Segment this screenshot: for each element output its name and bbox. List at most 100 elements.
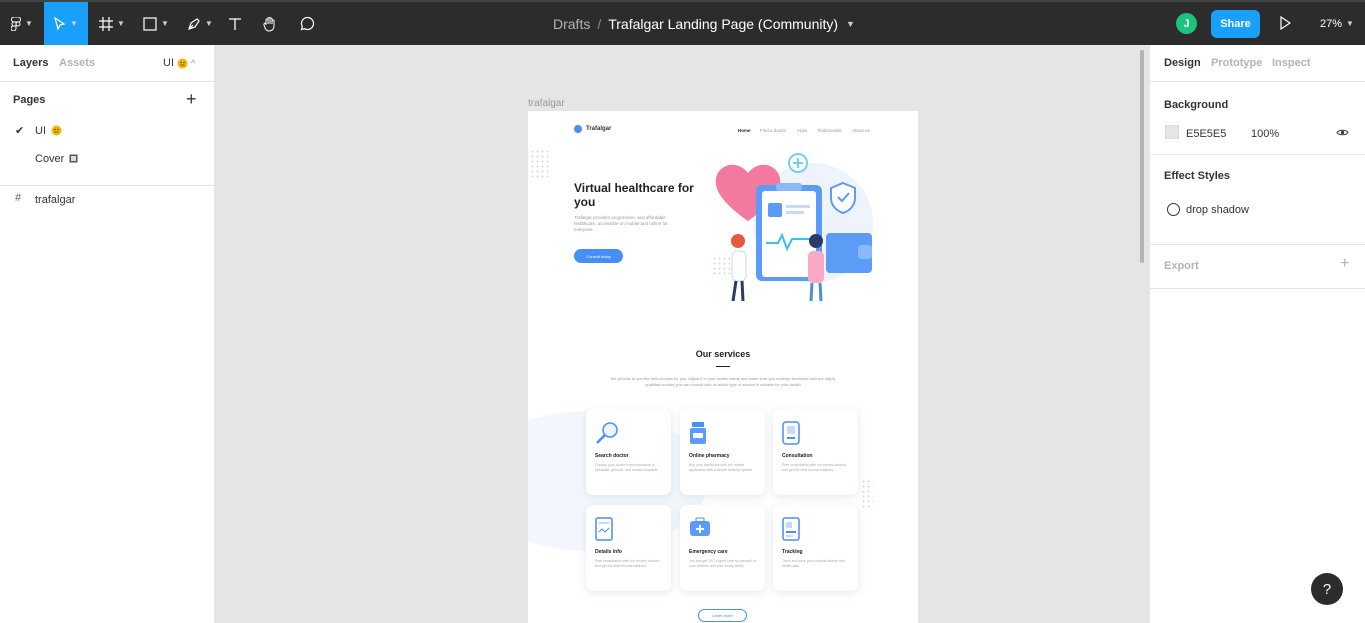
- right-panel-tabs: Design Prototype Inspect: [1150, 45, 1365, 82]
- chevron-up-icon: ^: [191, 58, 196, 68]
- share-button[interactable]: Share: [1211, 10, 1260, 38]
- background-opacity-input[interactable]: 100%: [1251, 128, 1279, 140]
- frame-icon: #: [15, 192, 22, 204]
- cursor-icon: [54, 16, 66, 31]
- hero-button: Consult today: [574, 249, 623, 263]
- background-section: Background E5E5E5 100%: [1150, 82, 1365, 155]
- card-text: Choose your doctor from thousands of spe…: [595, 463, 658, 472]
- page-item-label: UI: [35, 125, 62, 137]
- visibility-eye-icon[interactable]: [1336, 128, 1349, 140]
- figma-logo-icon: [11, 16, 22, 31]
- frame-nav-item: Find a doctor: [760, 128, 787, 133]
- emoji-icon: [177, 58, 188, 68]
- consultation-icon: [782, 421, 800, 445]
- page-item-cover[interactable]: Cover: [0, 145, 214, 173]
- pages-section-header: Pages +: [0, 82, 214, 117]
- document-title[interactable]: Trafalgar Landing Page (Community): [608, 16, 838, 32]
- picture-icon: [69, 154, 78, 163]
- main-menu-button[interactable]: ▼: [0, 2, 44, 45]
- card-text: Free consultation with our trusted docto…: [595, 559, 660, 568]
- canvas-scrollbar[interactable]: [1140, 50, 1144, 263]
- frame-nav-item: About us: [852, 128, 870, 133]
- card-title: Details info: [595, 549, 622, 555]
- page-switcher[interactable]: UI ^: [163, 57, 195, 69]
- present-button[interactable]: [1279, 15, 1292, 35]
- export-section: Export +: [1150, 245, 1365, 289]
- chevron-down-icon: ▼: [70, 19, 78, 28]
- tracking-icon: [782, 517, 800, 541]
- hero-subtitle: Trafalgar provides progressive, and affo…: [574, 215, 668, 232]
- top-toolbar: ▼ ▼ ▼ ▼ ▼ Drafts / Trafalgar Landing Pag…: [0, 0, 1365, 45]
- card-title: Search doctor: [595, 453, 629, 459]
- background-color-swatch[interactable]: [1165, 125, 1179, 139]
- tab-prototype[interactable]: Prototype: [1211, 57, 1262, 69]
- card-text: Buy your medicines with our mobile appli…: [689, 463, 753, 472]
- checkmark-icon: ✔: [15, 125, 25, 137]
- service-card-details-info: Details info Free consultation with our …: [586, 505, 671, 591]
- chevron-down-icon[interactable]: ▼: [846, 19, 855, 29]
- background-heading: Background: [1164, 99, 1229, 111]
- service-card-tracking: Tracking Track and save your medical his…: [773, 505, 858, 591]
- panel-divider: [0, 185, 215, 186]
- text-icon: [229, 17, 241, 30]
- frame-nav-item: Home: [738, 128, 751, 133]
- frame-label[interactable]: trafalgar: [528, 98, 565, 109]
- breadcrumb-drafts-link[interactable]: Drafts: [553, 16, 590, 32]
- card-text: You can get 24/7 urgent care for yoursel…: [689, 559, 757, 568]
- service-card-search-doctor: Search doctor Choose your doctor from th…: [586, 409, 671, 495]
- effect-style-item[interactable]: drop shadow: [1186, 204, 1249, 216]
- pharmacy-icon: [690, 422, 706, 444]
- page-item-ui[interactable]: ✔ UI: [0, 117, 214, 145]
- chevron-down-icon: ▼: [25, 19, 33, 28]
- help-button[interactable]: ?: [1311, 573, 1343, 605]
- layer-item-label: trafalgar: [35, 194, 76, 206]
- canvas[interactable]: trafalgar Trafalgar Home Find a doctor A…: [215, 45, 1149, 623]
- pen-tool-button[interactable]: ▼: [180, 2, 220, 45]
- background-hex-input[interactable]: E5E5E5: [1186, 128, 1226, 140]
- zoom-level: 27%: [1320, 17, 1343, 30]
- card-title: Emergency care: [689, 549, 728, 555]
- shape-tool-button[interactable]: ▼: [136, 2, 176, 45]
- frame-logo: Trafalgar: [574, 125, 611, 133]
- card-title: Online pharmacy: [689, 453, 730, 459]
- hand-tool-button[interactable]: [256, 2, 284, 45]
- add-page-icon[interactable]: +: [186, 89, 197, 110]
- right-sidebar: Design Prototype Inspect Background E5E5…: [1149, 45, 1365, 623]
- text-tool-button[interactable]: [222, 2, 248, 45]
- layer-item-trafalgar[interactable]: # trafalgar: [0, 192, 215, 208]
- landing-page-frame[interactable]: Trafalgar Home Find a doctor Apps Testim…: [528, 111, 918, 623]
- pages-heading: Pages: [13, 94, 46, 106]
- hero-title: Virtual healthcare for you: [574, 181, 694, 209]
- decorative-dots: [861, 479, 873, 509]
- tab-inspect[interactable]: Inspect: [1272, 57, 1311, 69]
- drop-shadow-icon: [1167, 203, 1180, 216]
- chevron-down-icon: ▼: [117, 19, 125, 28]
- pen-icon: [188, 17, 200, 30]
- hand-icon: [263, 16, 275, 32]
- page-item-label: Cover: [35, 153, 78, 165]
- services-underline: [716, 366, 730, 367]
- tab-design[interactable]: Design: [1164, 57, 1201, 69]
- hero-illustration: [715, 153, 873, 302]
- search-icon: [596, 422, 618, 444]
- effect-styles-section: Effect Styles drop shadow: [1150, 155, 1365, 245]
- tab-layers[interactable]: Layers: [13, 57, 48, 69]
- chevron-down-icon: ▼: [205, 19, 213, 28]
- chevron-down-icon: ▼: [1346, 19, 1354, 28]
- breadcrumb-separator: /: [597, 15, 602, 32]
- zoom-dropdown[interactable]: 27% ▼: [1320, 2, 1354, 45]
- clipboard-clip: [776, 183, 802, 191]
- frame-tool-button[interactable]: ▼: [90, 2, 134, 45]
- frame-icon: [99, 16, 114, 31]
- comment-tool-button[interactable]: [293, 2, 321, 45]
- services-title: Our services: [695, 349, 751, 359]
- user-avatar[interactable]: J: [1176, 13, 1197, 34]
- left-panel-tabs: Layers Assets UI ^: [0, 45, 214, 82]
- tab-assets[interactable]: Assets: [59, 57, 95, 69]
- frame-nav-item: Testimonials: [817, 128, 842, 133]
- export-heading: Export: [1164, 260, 1199, 272]
- document-breadcrumb: Drafts / Trafalgar Landing Page (Communi…: [553, 2, 855, 45]
- card-title: Tracking: [782, 549, 803, 555]
- move-tool-button[interactable]: ▼: [44, 2, 88, 45]
- add-export-icon[interactable]: +: [1340, 255, 1349, 273]
